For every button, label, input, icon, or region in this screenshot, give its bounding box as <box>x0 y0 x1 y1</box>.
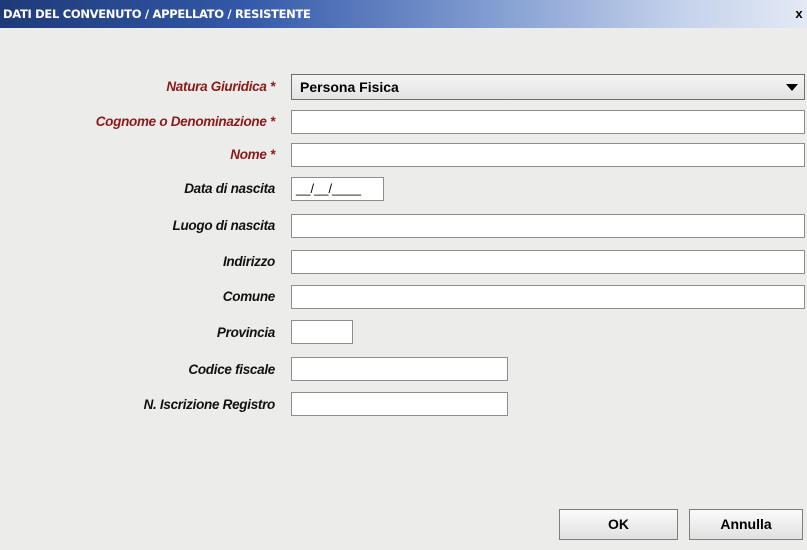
dialog-window: DATI DEL CONVENUTO / APPELLATO / RESISTE… <box>0 0 807 550</box>
dialog-title: DATI DEL CONVENUTO / APPELLATO / RESISTE… <box>3 7 311 21</box>
close-icon[interactable]: x <box>792 6 806 22</box>
iscrizione-registro-label: N. Iscrizione Registro <box>143 397 276 412</box>
codice-fiscale-label: Codice fiscale <box>188 362 275 377</box>
data-nascita-field[interactable]: __/__/____ <box>291 177 384 201</box>
provincia-label: Provincia <box>216 325 275 340</box>
iscrizione-registro-field[interactable] <box>291 392 508 416</box>
natura-giuridica-label: Natura Giuridica * <box>166 79 275 94</box>
provincia-field[interactable] <box>291 320 353 344</box>
natura-giuridica-select[interactable]: Persona Fisica <box>291 74 805 100</box>
natura-giuridica-value: Persona Fisica <box>300 79 399 95</box>
cognome-label: Cognome o Denominazione * <box>95 114 276 129</box>
luogo-nascita-label: Luogo di nascita <box>172 218 276 233</box>
codice-fiscale-field[interactable] <box>291 357 508 381</box>
luogo-nascita-field[interactable] <box>291 214 805 238</box>
date-mask: __/__/____ <box>296 181 362 196</box>
comune-label: Comune <box>222 289 276 304</box>
annulla-button[interactable]: Annulla <box>689 509 803 540</box>
title-bar[interactable]: DATI DEL CONVENUTO / APPELLATO / RESISTE… <box>0 0 807 28</box>
cognome-field[interactable] <box>291 110 805 134</box>
nome-label: Nome * <box>230 147 275 162</box>
nome-field[interactable] <box>291 143 805 167</box>
data-nascita-label: Data di nascita <box>184 181 275 196</box>
indirizzo-label: Indirizzo <box>222 254 275 269</box>
indirizzo-field[interactable] <box>291 250 805 274</box>
chevron-down-icon[interactable] <box>786 84 798 91</box>
comune-field[interactable] <box>291 285 805 309</box>
ok-button[interactable]: OK <box>559 509 678 540</box>
